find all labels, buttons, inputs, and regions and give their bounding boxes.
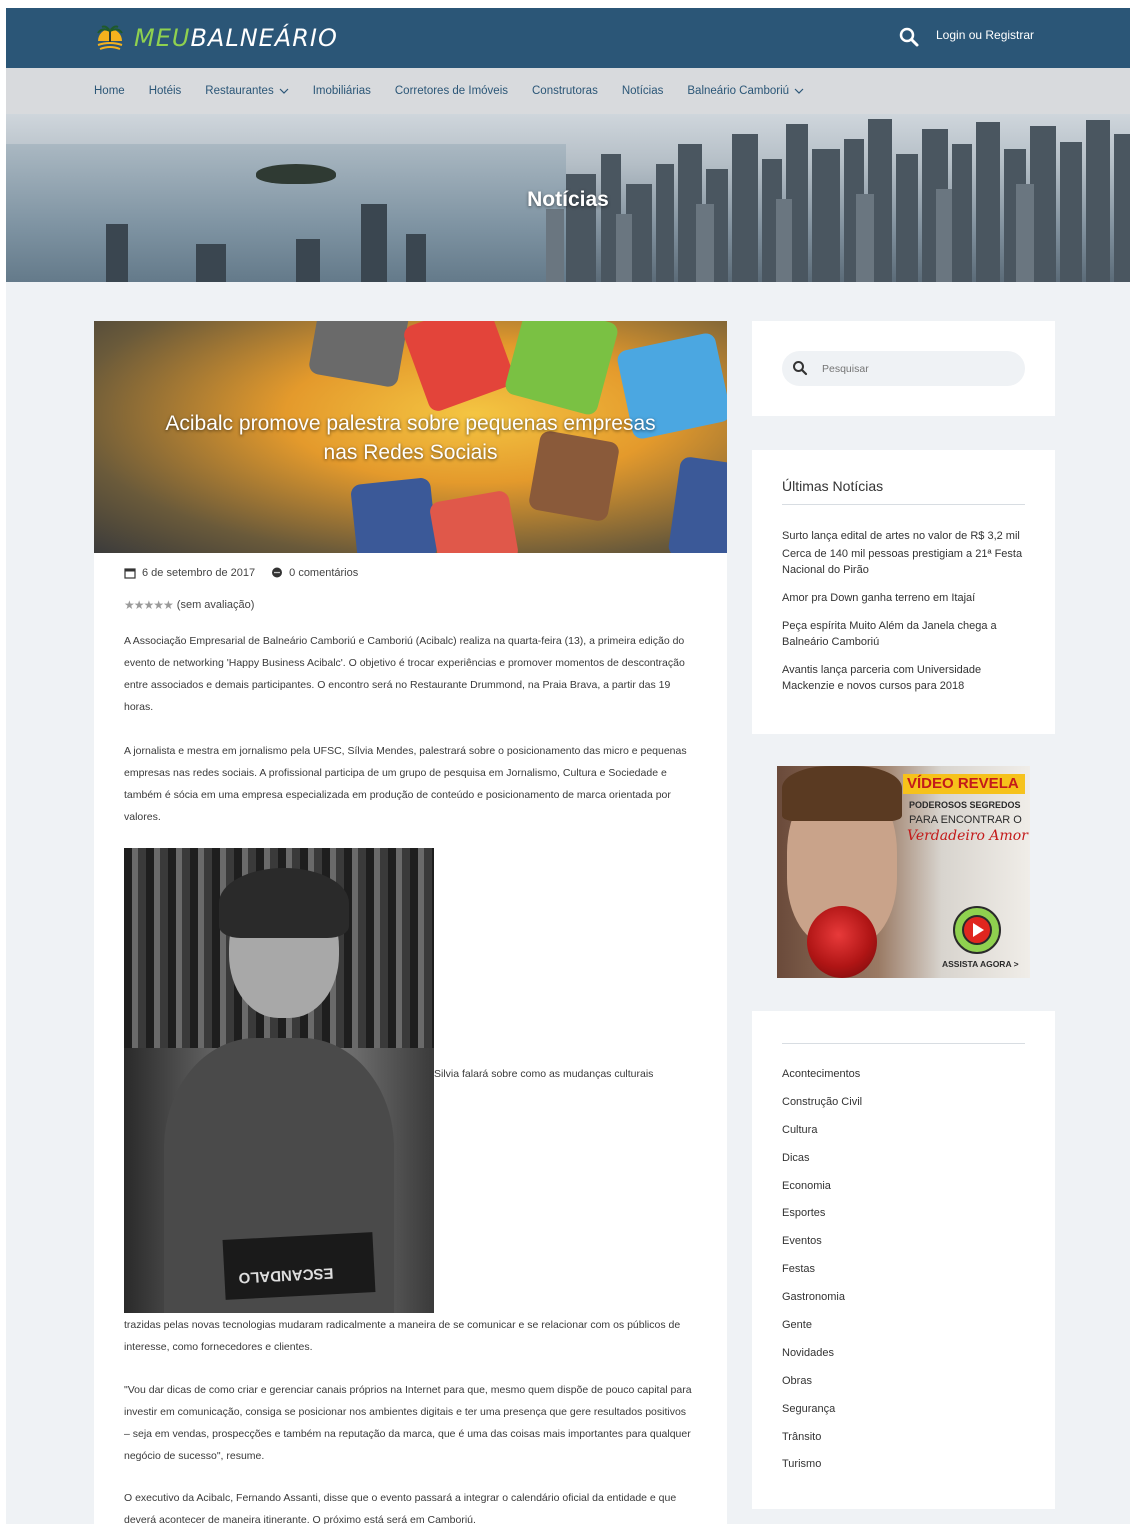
category-link[interactable]: Esportes <box>782 1206 862 1220</box>
news-link[interactable]: Amor pra Down ganha terreno em Itajaí <box>782 590 1025 606</box>
latest-news-widget: Últimas Notícias Surto lança edital de a… <box>752 450 1055 734</box>
tile-decoration <box>401 321 517 414</box>
nav-label: Corretores de Imóveis <box>394 85 508 97</box>
news-link[interactable]: Avantis lança parceria com Universidade … <box>782 662 1025 694</box>
rating-text: (sem avaliação) <box>176 599 255 611</box>
ad-cta[interactable]: ASSISTA AGORA > <box>942 959 1019 969</box>
category-link[interactable]: Acontecimentos <box>782 1067 862 1081</box>
news-link[interactable]: Peça espírita Muito Além da Janela chega… <box>782 618 1025 650</box>
nav-item-corretores[interactable]: Corretores de Imóveis <box>395 85 508 97</box>
advertisement-banner[interactable]: VÍDEO REVELA PODEROSOS SEGREDOS PARA ENC… <box>777 766 1030 978</box>
nav-item-home[interactable]: Home <box>94 85 125 97</box>
category-link[interactable]: Obras <box>782 1374 862 1388</box>
nav-item-restaurantes[interactable]: Restaurantes <box>205 85 289 97</box>
logo-text-balneario: BALNEÁRIO <box>190 24 338 52</box>
nav-item-construtoras[interactable]: Construtoras <box>532 85 598 97</box>
comment-icon <box>272 567 283 578</box>
photo-person-hair <box>219 868 349 938</box>
tile-decoration <box>307 321 411 389</box>
ad-headline: VÍDEO REVELA <box>907 775 1019 792</box>
article-paragraph: trazidas pelas novas tecnologias mudaram… <box>124 1319 681 1353</box>
category-link[interactable]: Economia <box>782 1179 862 1193</box>
tile-decoration <box>350 477 438 553</box>
news-link[interactable]: Surto lança edital de artes no valor de … <box>782 528 1025 542</box>
article-paragraph: "Vou dar dicas de como criar e gerenciar… <box>124 1384 692 1462</box>
category-link[interactable]: Eventos <box>782 1234 862 1248</box>
nav-label: Hotéis <box>148 85 182 97</box>
category-link[interactable]: Novidades <box>782 1346 862 1360</box>
nav-label: Home <box>94 85 125 97</box>
nav-label: Balneário Camboriú <box>687 85 790 97</box>
star-icon[interactable]: ★★★★★ <box>124 598 174 612</box>
article-card: Acibalc promove palestra sobre pequenas … <box>94 321 727 1524</box>
ad-line: PARA ENCONTRAR O <box>909 814 1022 826</box>
article-title[interactable]: Acibalc promove palestra sobre pequenas … <box>154 409 667 467</box>
logo-text-meu: MEU <box>134 24 191 52</box>
article-paragraph: A jornalista e mestra em jornalismo pela… <box>124 745 687 823</box>
calendar-icon <box>124 568 136 579</box>
nav-item-hoteis[interactable]: Hotéis <box>149 85 182 97</box>
nav-item-imobiliarias[interactable]: Imobiliárias <box>313 85 371 97</box>
article-date[interactable]: 6 de setembro de 2017 <box>142 567 255 579</box>
widget-title: Últimas Notícias <box>782 478 884 494</box>
search-icon <box>793 361 808 376</box>
page-title: Notícias <box>527 188 609 211</box>
search-input[interactable] <box>822 359 1012 379</box>
article-paragraph: A Associação Empresarial de Balneário Ca… <box>124 635 685 713</box>
category-link[interactable]: Dicas <box>782 1151 862 1165</box>
search-box[interactable] <box>782 351 1025 386</box>
article-rating: ★★★★★ (sem avaliação) <box>124 598 254 612</box>
chevron-down-icon <box>794 88 804 94</box>
speaker-photo: ESCANDALO <box>124 848 434 1313</box>
tile-decoration <box>667 455 727 553</box>
nav-item-noticias[interactable]: Notícias <box>622 85 664 97</box>
category-link[interactable]: Construção Civil <box>782 1095 862 1109</box>
main-nav: Home Hotéis Restaurantes Imobiliárias Co… <box>6 68 1130 114</box>
nav-label: Notícias <box>621 85 664 97</box>
divider <box>782 504 1025 505</box>
rose-image <box>807 906 877 978</box>
category-link[interactable]: Gente <box>782 1318 862 1332</box>
article-paragraph: O executivo da Acibalc, Fernando Assanti… <box>124 1492 677 1524</box>
login-link[interactable]: Login ou Registrar <box>936 28 1034 42</box>
comments-count[interactable]: 0 comentários <box>289 567 358 579</box>
article-meta: 6 de setembro de 2017 0 comentários <box>124 567 358 579</box>
play-icon[interactable] <box>952 905 1002 955</box>
category-link[interactable]: Cultura <box>782 1123 862 1137</box>
tile-decoration <box>503 321 620 417</box>
logo-text: MEUBALNEÁRIO <box>134 24 338 52</box>
nav-item-balneario-camboriu[interactable]: Balneário Camboriú <box>687 85 804 97</box>
ad-line: Verdadeiro Amor <box>907 828 1028 844</box>
hero-banner: Notícias <box>6 114 1130 282</box>
nav-label: Construtoras <box>532 85 598 97</box>
categories-widget: Acontecimentos Construção Civil Cultura … <box>752 1011 1055 1509</box>
featured-image: Acibalc promove palestra sobre pequenas … <box>94 321 727 553</box>
tile-decoration <box>428 489 520 553</box>
latest-news-list: Surto lança edital de artes no valor de … <box>782 528 1025 706</box>
logo-sun-palm-icon <box>97 25 123 53</box>
search-widget <box>752 321 1055 416</box>
site-logo[interactable]: MEUBALNEÁRIO <box>92 20 338 56</box>
news-link[interactable]: Cerca de 140 mil pessoas prestigiam a 21… <box>782 546 1025 578</box>
site-header: MEUBALNEÁRIO Login ou Registrar <box>6 8 1130 68</box>
ad-line: PODEROSOS SEGREDOS <box>909 800 1021 810</box>
photo-book: ESCANDALO <box>222 1232 376 1300</box>
category-link[interactable]: Trânsito <box>782 1430 862 1444</box>
categories-list: Acontecimentos Construção Civil Cultura … <box>782 1067 862 1485</box>
category-link[interactable]: Turismo <box>782 1457 862 1471</box>
divider <box>782 1043 1025 1044</box>
ad-person-hair <box>782 766 902 821</box>
category-link[interactable]: Segurança <box>782 1402 862 1416</box>
chevron-down-icon <box>279 88 289 94</box>
category-link[interactable]: Festas <box>782 1262 862 1276</box>
category-link[interactable]: Gastronomia <box>782 1290 862 1304</box>
nav-label: Restaurantes <box>205 85 274 97</box>
photo-caption: Silvia falará sobre como as mudanças cul… <box>434 1068 654 1080</box>
book-cover-text: ESCANDALO <box>238 1264 334 1287</box>
page: MEUBALNEÁRIO Login ou Registrar Home Hot… <box>6 8 1130 1524</box>
search-icon[interactable] <box>898 26 920 48</box>
nav-label: Imobiliárias <box>312 85 371 97</box>
